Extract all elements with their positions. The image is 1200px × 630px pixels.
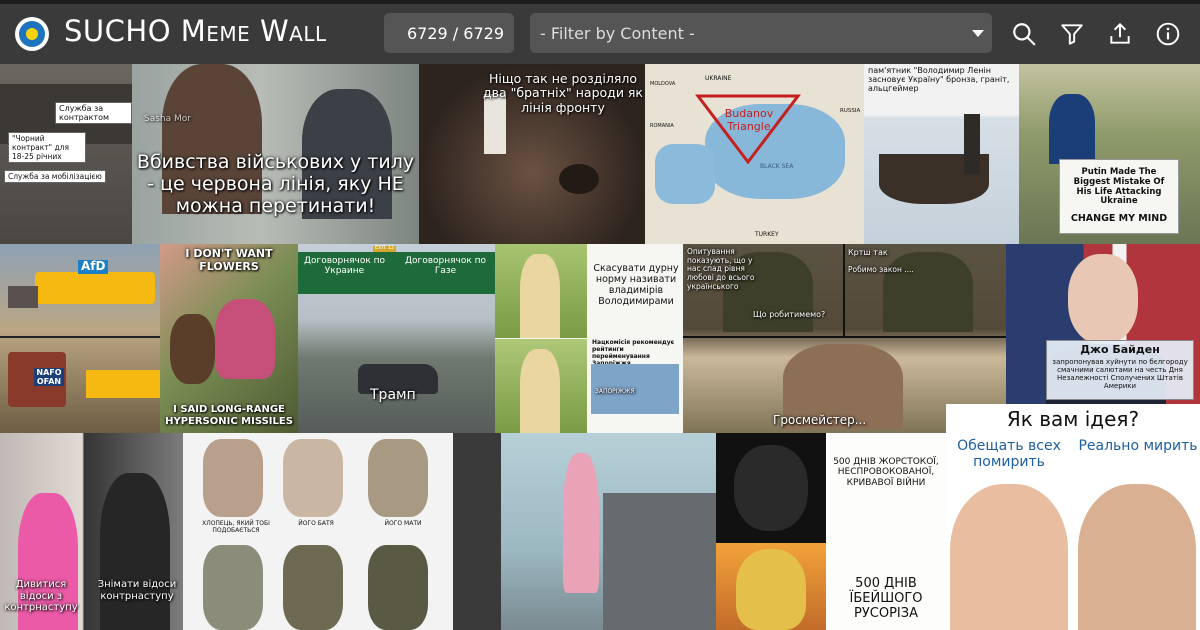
meme-caption: Budanov Triangle xyxy=(724,107,774,133)
map-label: TURKEY xyxy=(755,231,779,238)
meme-caption: 500 ДНІВ ЇБЕЙШОГО РУСОРІЗА xyxy=(849,576,923,621)
map-label: ROMANIA xyxy=(650,123,674,129)
meme-tile[interactable]: Sasha Mor Вбивства військових у тилу - ц… xyxy=(132,64,419,244)
meme-watermark: Sasha Mor xyxy=(144,114,191,124)
meme-caption: 500 ДНІВ ЖОРСТОКОЇ, НЕСПРОВОКОВАНОЇ, КРИ… xyxy=(833,457,939,488)
meme-tile[interactable]: 500 ДНІВ ЖОРСТОКОЇ, НЕСПРОВОКОВАНОЇ, КРИ… xyxy=(716,433,946,630)
chevron-down-icon xyxy=(972,30,984,37)
meme-counter: 6729 / 6729 xyxy=(384,13,514,53)
meme-caption: "Чорний контракт" для 18-25 річних xyxy=(8,132,86,163)
meme-tile[interactable]: Ніщо так не розділяло два "братніх" наро… xyxy=(419,64,645,244)
info-icon[interactable] xyxy=(1155,21,1181,47)
map-label: MOLDOVA xyxy=(650,81,676,87)
meme-tile[interactable]: Budanov Triangle BLACK SEA UKRAINE RUSSI… xyxy=(645,64,864,244)
meme-caption: Договорнячок по Газе xyxy=(404,256,487,277)
meme-tile[interactable]: Як вам ідея? Обещать всех помирить Реаль… xyxy=(946,404,1200,630)
meme-tile[interactable]: AfD NAFO OFAN xyxy=(0,244,160,433)
meme-caption: Джо Байден xyxy=(1080,343,1160,356)
filter-icon[interactable] xyxy=(1059,21,1085,47)
meme-caption: Робимо закон .... xyxy=(848,265,914,274)
meme-caption: Гросмейстер... xyxy=(773,413,867,427)
meme-caption: Обещать всех помирить xyxy=(957,438,1061,471)
meme-tile[interactable]: Скасувати дурну норму називати владимірі… xyxy=(495,244,683,433)
search-icon[interactable] xyxy=(1011,21,1037,47)
map-label: BLACK SEA xyxy=(760,163,794,170)
meme-caption: ЙОГО МАТИ xyxy=(384,520,422,527)
meme-caption: CHANGE MY MIND xyxy=(1070,213,1168,224)
meme-caption: Трамп xyxy=(370,387,416,403)
meme-tile[interactable]: Дивитися відоси з контрнаступу Знімати в… xyxy=(0,433,183,630)
meme-caption: I DON'T WANT FLOWERS xyxy=(185,247,273,273)
meme-caption: Реально мирить xyxy=(1078,438,1198,454)
map-label: UKRAINE xyxy=(705,75,732,82)
meme-caption: Служба за контрактом xyxy=(55,102,132,124)
meme-caption: Знімати відоси контрнаступу xyxy=(97,579,177,602)
sucho-logo[interactable] xyxy=(15,17,49,51)
meme-caption: запропонував хуйнути по бєлгороду смачни… xyxy=(1052,358,1188,391)
meme-caption: Що робитимемо? xyxy=(753,310,826,319)
meme-tile[interactable] xyxy=(453,433,716,630)
meme-caption: Служба за мобілізацією xyxy=(4,170,106,183)
meme-caption: Договорнячок по Украине xyxy=(303,256,386,277)
meme-caption: NAFO OFAN xyxy=(34,368,64,387)
meme-caption: Ніщо так не розділяло два "братніх" наро… xyxy=(483,71,643,115)
meme-caption: ЗАПОРІЖЖЯ xyxy=(595,388,635,395)
map-label: RUSSIA xyxy=(840,108,861,114)
meme-caption: Опитування показують, що у нас спад рівн… xyxy=(687,247,755,291)
app-title: SUCHO Meme Wall xyxy=(64,14,327,48)
meme-caption: ХЛОПЕЦЬ, ЯКИЙ ТОБІ ПОДОБАЄТЬСЯ xyxy=(202,520,270,534)
meme-grid: Служба за контрактом "Чорний контракт" д… xyxy=(0,64,1200,630)
meme-tile[interactable]: I DON'T WANT FLOWERS I SAID LONG-RANGE H… xyxy=(160,244,298,433)
sign-label: EXIT 12 xyxy=(373,245,397,252)
meme-caption: AfD xyxy=(78,259,109,274)
meme-caption: Putin Made The Biggest Mistake Of His Li… xyxy=(1073,167,1165,207)
meme-caption: Скасувати дурну норму називати владимірі… xyxy=(593,263,679,307)
meme-tile[interactable]: EXIT 12 Договорнячок по Украине Договорн… xyxy=(298,244,495,433)
meme-caption: Вбивства військових у тилу - це червона … xyxy=(136,151,415,217)
meme-caption: I SAID LONG-RANGE HYPERSONIC MISSILES xyxy=(165,404,293,427)
meme-tile[interactable]: Джо Байден запропонував хуйнути по бєлго… xyxy=(1006,244,1200,404)
content-filter-label: - Filter by Content - xyxy=(540,23,695,43)
meme-tile[interactable]: ХЛОПЕЦЬ, ЯКИЙ ТОБІ ПОДОБАЄТЬСЯ ЙОГО БАТЯ… xyxy=(183,433,453,630)
meme-tile[interactable]: Putin Made The Biggest Mistake Of His Li… xyxy=(1019,64,1200,244)
meme-caption: Кртш так xyxy=(848,248,888,257)
meme-tile[interactable]: Служба за контрактом "Чорний контракт" д… xyxy=(0,64,132,244)
share-icon[interactable] xyxy=(1107,21,1133,47)
meme-tile[interactable]: пам'ятник "Володимир Ленін засновує Укра… xyxy=(864,64,1019,244)
meme-caption: ЙОГО БАТЯ xyxy=(298,520,334,527)
meme-caption: Дивитися відоси з контрнаступу xyxy=(4,579,78,613)
meme-caption: пам'ятник "Володимир Ленін засновує Укра… xyxy=(868,66,1010,94)
top-bar: SUCHO Meme Wall 6729 / 6729 - Filter by … xyxy=(0,0,1200,64)
content-filter-select[interactable]: - Filter by Content - xyxy=(530,13,992,53)
meme-caption: Як вам ідея? xyxy=(1006,407,1140,431)
